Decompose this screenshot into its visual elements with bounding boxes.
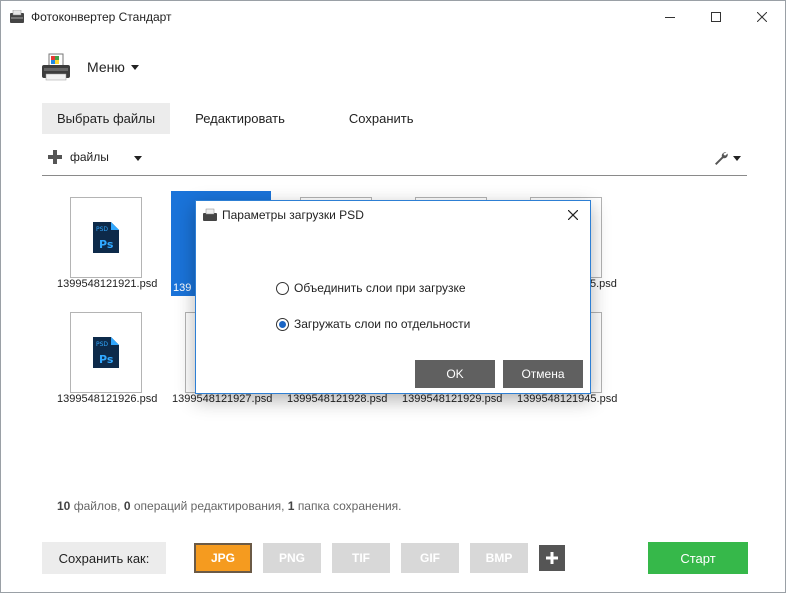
file-name: 1399548121945.psd (517, 393, 618, 405)
file-name: 1399548121928.psd (287, 393, 388, 405)
settings-menu-button[interactable] (713, 150, 741, 166)
file-thumbnail: PSD Ps (70, 312, 142, 393)
main-tabs: Выбрать файлы Редактировать Сохранить (42, 103, 439, 134)
svg-text:Ps: Ps (99, 238, 114, 251)
format-tif-button[interactable]: TIF (332, 543, 390, 573)
dialog-title-bar: Параметры загрузки PSD (196, 201, 590, 229)
format-selector: JPG PNG TIF GIF BMP (194, 543, 565, 573)
minimize-icon (665, 16, 675, 18)
dialog-app-icon (203, 208, 217, 221)
tab-edit[interactable]: Редактировать (180, 103, 300, 134)
photo-converter-logo-icon (42, 53, 70, 81)
format-jpg-button[interactable]: JPG (194, 543, 252, 573)
plus-icon (546, 552, 558, 564)
format-png-button[interactable]: PNG (263, 543, 321, 573)
dialog-close-button[interactable] (564, 206, 582, 224)
file-thumbnail: PSD Ps (70, 197, 142, 278)
merge-layers-radio[interactable] (276, 281, 289, 295)
separate-layers-label: Загружать слои по отдельности (294, 317, 471, 331)
save-as-label: Сохранить как: (42, 542, 166, 574)
minimize-button[interactable] (647, 1, 693, 32)
psd-load-options-dialog: Параметры загрузки PSD Объединить слои п… (195, 200, 591, 394)
file-name: 139 (173, 282, 192, 294)
psd-file-icon: PSD Ps (93, 337, 119, 368)
main-window: Фотоконвертер Стандарт Меню Выбрать файл… (0, 0, 786, 593)
app-icon (10, 10, 24, 23)
file-name: 5.psd (590, 278, 617, 290)
files-label: файлов, (73, 499, 121, 513)
file-name: 1399548121929.psd (402, 393, 503, 405)
file-item[interactable]: PSD Ps 1399548121926.psd (42, 301, 157, 411)
close-button[interactable] (739, 1, 785, 32)
close-icon (568, 210, 578, 220)
svg-text:PSD: PSD (96, 226, 108, 233)
dialog-title: Параметры загрузки PSD (222, 208, 364, 222)
folders-label: папка сохранения. (297, 499, 402, 513)
tab-save[interactable]: Сохранить (334, 103, 429, 134)
add-format-button[interactable] (539, 545, 565, 571)
file-name: 1399548121926.psd (57, 393, 158, 405)
operations-label: операций редактирования, (133, 499, 285, 513)
file-item[interactable]: PSD Ps 1399548121921.psd (42, 186, 157, 296)
add-files-dropdown-icon[interactable] (134, 156, 142, 161)
option-merge-layers[interactable]: Объединить слои при загрузке (276, 281, 466, 295)
title-bar: Фотоконвертер Стандарт (1, 1, 785, 32)
svg-text:PSD: PSD (96, 341, 108, 348)
files-toolbar: файлы (42, 146, 747, 176)
menu-label: Меню (87, 59, 125, 75)
file-name: 1399548121927.psd (172, 393, 273, 405)
wrench-dropdown-icon (733, 155, 741, 161)
svg-text:Ps: Ps (99, 353, 114, 366)
main-menu[interactable]: Меню (41, 51, 139, 83)
start-button[interactable]: Старт (648, 542, 748, 574)
window-title: Фотоконвертер Стандарт (31, 10, 172, 24)
maximize-button[interactable] (693, 1, 739, 32)
cancel-button[interactable]: Отмена (503, 360, 583, 388)
ok-button[interactable]: OK (415, 360, 495, 388)
file-name: 1399548121921.psd (57, 278, 158, 290)
operations-count: 0 (123, 499, 131, 513)
folders-count: 1 (287, 499, 295, 513)
format-gif-button[interactable]: GIF (401, 543, 459, 573)
status-summary: 10 файлов, 0 операций редактирования, 1 … (57, 499, 402, 513)
tab-select-files[interactable]: Выбрать файлы (42, 103, 171, 134)
add-files-label: файлы (70, 150, 109, 164)
close-icon (757, 11, 767, 22)
add-files-button[interactable]: файлы (48, 150, 109, 164)
psd-file-icon: PSD Ps (93, 222, 119, 253)
merge-layers-label: Объединить слои при загрузке (294, 281, 466, 295)
format-bmp-button[interactable]: BMP (470, 543, 528, 573)
menu-caret-icon (130, 64, 139, 70)
files-count: 10 (57, 499, 71, 513)
wrench-icon (715, 152, 728, 165)
plus-icon (48, 150, 62, 164)
maximize-icon (711, 11, 721, 22)
separate-layers-radio[interactable] (276, 317, 289, 331)
option-separate-layers[interactable]: Загружать слои по отдельности (276, 317, 470, 331)
